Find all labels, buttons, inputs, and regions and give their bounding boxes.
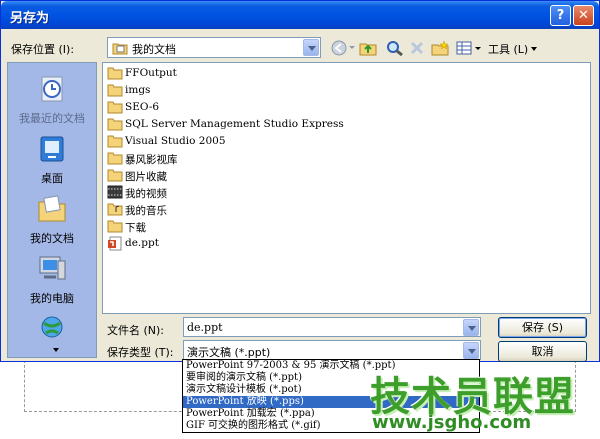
filename-value: de.ppt <box>187 321 223 334</box>
chevron-down-icon[interactable] <box>303 39 319 56</box>
place-network[interactable] <box>8 313 96 346</box>
file-name: 下载 <box>125 222 146 234</box>
search-web-icon[interactable] <box>386 40 404 56</box>
filename-label: 文件名 (N): <box>107 324 165 337</box>
filetype-select[interactable]: 演示文稿 (*.ppt) <box>183 340 481 360</box>
file-name: FFOutput <box>125 67 177 79</box>
place-desktop[interactable]: 桌面 <box>8 133 96 186</box>
places-bar: 我最近的文档 桌面 我的文档 我的电脑 <box>7 62 97 358</box>
folder-icon <box>107 118 123 131</box>
place-label: 我的文档 <box>30 232 74 245</box>
watermark-url: www.jsgho.com <box>372 412 532 433</box>
folder-icon <box>107 84 123 97</box>
file-name: de.ppt <box>125 237 159 249</box>
my-computer-icon <box>39 256 66 280</box>
tools-chevron-down-icon <box>531 47 537 51</box>
desktop-icon <box>40 136 64 162</box>
recent-docs-icon <box>41 76 63 102</box>
file-name: SQL Server Management Studio Express <box>125 118 344 130</box>
help-button[interactable]: ? <box>550 5 571 26</box>
cancel-button[interactable]: 取消 <box>498 341 587 362</box>
delete-icon[interactable] <box>410 40 424 56</box>
title-bar[interactable]: 另存为 ? ✕ <box>1 1 599 29</box>
network-places-icon <box>41 316 63 338</box>
save-location-combo[interactable]: 我的文档 <box>107 37 321 58</box>
music-folder-icon <box>107 203 123 216</box>
file-name: 我的音乐 <box>125 205 167 217</box>
tools-menu[interactable]: 工具 (L) <box>488 41 528 57</box>
folder-icon <box>107 101 123 114</box>
place-label: 我的电脑 <box>30 292 74 305</box>
file-list[interactable]: FFOutput imgs SEO-6 SQL Server Managemen… <box>102 62 591 314</box>
file-name: SEO-6 <box>125 101 160 113</box>
close-button[interactable]: ✕ <box>573 5 594 26</box>
window-title: 另存为 <box>10 11 50 26</box>
my-documents-small-icon <box>112 43 128 55</box>
file-name: Visual Studio 2005 <box>125 135 226 147</box>
up-folder-icon[interactable] <box>359 40 377 56</box>
filetype-value: 演示文稿 (*.ppt) <box>187 346 271 359</box>
chevron-down-icon[interactable] <box>463 319 479 336</box>
back-icon[interactable] <box>331 40 359 56</box>
file-name: 暴风影视库 <box>125 154 178 166</box>
ppt-file-icon <box>108 236 122 251</box>
place-label: 桌面 <box>41 172 63 185</box>
file-name: 图片收藏 <box>125 171 167 183</box>
new-folder-icon[interactable] <box>431 40 449 56</box>
places-scroll-down-icon[interactable] <box>53 348 59 352</box>
filetype-label: 保存类型 (T): <box>107 346 174 359</box>
place-label: 我最近的文档 <box>19 112 85 125</box>
folder-icon <box>107 135 123 148</box>
folder-icon <box>107 152 123 165</box>
folder-icon <box>107 220 123 233</box>
folder-icon <box>107 67 123 80</box>
save-button[interactable]: 保存 (S) <box>498 317 587 338</box>
folder-icon <box>107 169 123 182</box>
filename-input[interactable]: de.ppt <box>183 317 481 337</box>
chevron-down-icon[interactable] <box>463 342 479 359</box>
place-my-computer[interactable]: 我的电脑 <box>8 253 96 306</box>
my-documents-icon <box>38 195 66 222</box>
site-watermark: 技术员联盟 www.jsgho.com <box>360 362 600 439</box>
place-recent-documents[interactable]: 我最近的文档 <box>8 73 96 126</box>
video-folder-icon <box>107 185 123 199</box>
place-my-documents[interactable]: 我的文档 <box>8 193 96 246</box>
views-icon[interactable] <box>456 40 482 56</box>
save-location-label: 保存位置 (I): <box>11 43 75 56</box>
save-as-dialog: 另存为 ? ✕ 保存位置 (I): 我的文档 工具 (L) 我最近的文档 桌面 … <box>0 0 600 362</box>
file-name: 我的视频 <box>125 188 167 200</box>
save-location-value: 我的文档 <box>132 43 176 56</box>
file-name: imgs <box>125 84 151 96</box>
